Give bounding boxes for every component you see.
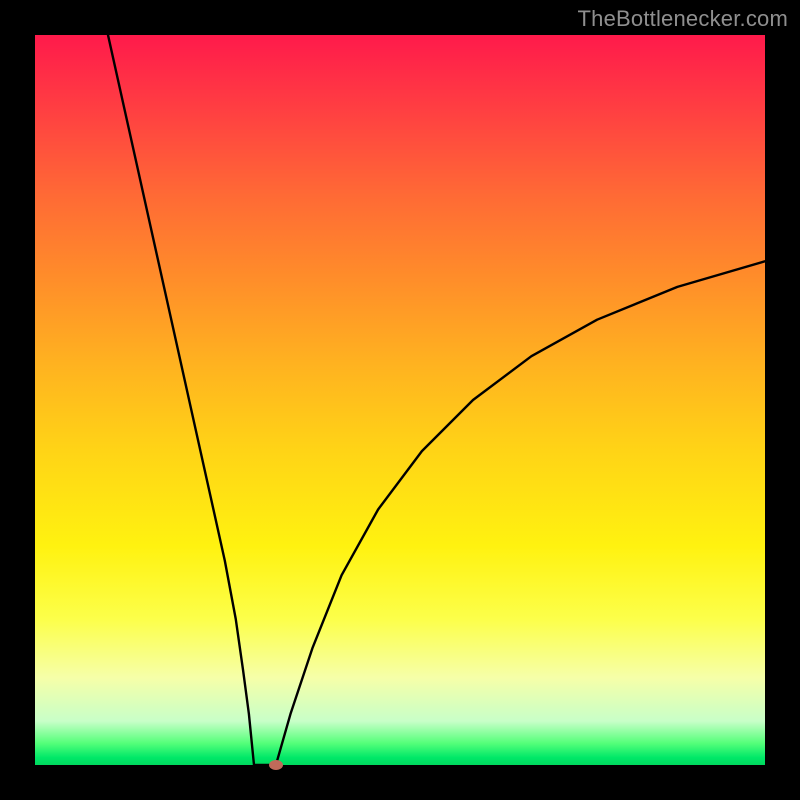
plot-area (35, 35, 765, 765)
bottleneck-curve (108, 35, 765, 765)
min-marker-dot (269, 760, 283, 770)
curve-svg (35, 35, 765, 765)
watermark-text: TheBottlenecker.com (578, 6, 788, 32)
chart-frame: TheBottlenecker.com (0, 0, 800, 800)
